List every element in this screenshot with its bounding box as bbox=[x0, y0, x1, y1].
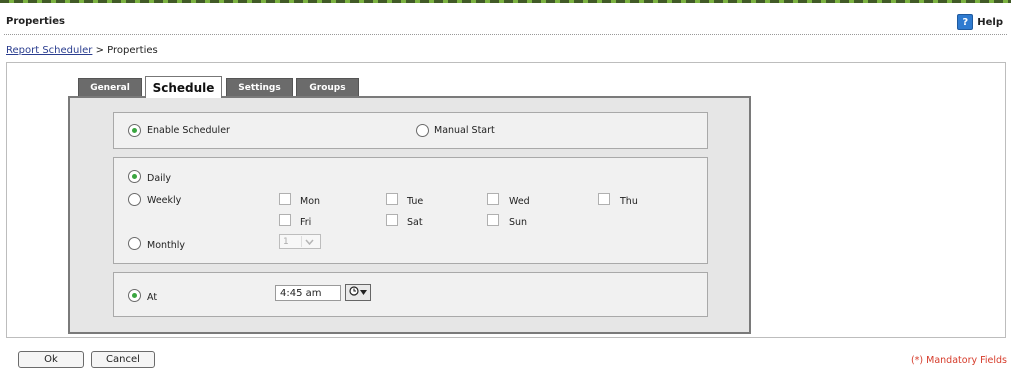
top-strip bbox=[0, 0, 1011, 5]
tue-checkbox[interactable] bbox=[386, 193, 398, 205]
clock-icon bbox=[349, 286, 359, 299]
chevron-down-icon bbox=[301, 236, 316, 247]
daily-radio[interactable] bbox=[128, 170, 141, 183]
manual-start-label: Manual Start bbox=[434, 125, 495, 136]
chevron-down-icon bbox=[360, 287, 367, 298]
sat-checkbox[interactable] bbox=[386, 214, 398, 226]
breadcrumb-current: Properties bbox=[107, 45, 158, 56]
time-picker-button[interactable] bbox=[345, 284, 371, 301]
weekly-radio[interactable] bbox=[128, 193, 141, 206]
help-button[interactable]: ? Help bbox=[957, 14, 1003, 30]
at-radio[interactable] bbox=[128, 289, 141, 302]
breadcrumb-link-report-scheduler[interactable]: Report Scheduler bbox=[6, 45, 92, 56]
monthly-day-select[interactable]: 1 bbox=[279, 234, 321, 249]
manual-start-radio[interactable] bbox=[416, 124, 429, 137]
tab-general[interactable]: General bbox=[78, 78, 142, 97]
mon-checkbox[interactable] bbox=[279, 193, 291, 205]
weekly-label: Weekly bbox=[147, 195, 182, 206]
monthly-radio[interactable] bbox=[128, 237, 141, 250]
tab-settings[interactable]: Settings bbox=[226, 78, 293, 97]
tab-schedule[interactable]: Schedule bbox=[145, 76, 222, 98]
wed-label: Wed bbox=[509, 196, 530, 207]
breadcrumb: Report Scheduler > Properties bbox=[6, 45, 158, 56]
monthly-label: Monthly bbox=[147, 240, 186, 251]
monthly-day-value: 1 bbox=[283, 236, 289, 247]
title-divider bbox=[4, 34, 1007, 35]
daily-label: Daily bbox=[147, 173, 172, 184]
frequency-box bbox=[113, 157, 708, 264]
wed-checkbox[interactable] bbox=[487, 193, 499, 205]
fri-label: Fri bbox=[300, 217, 312, 228]
ok-button[interactable]: Ok bbox=[18, 351, 84, 368]
breadcrumb-separator: > bbox=[95, 45, 104, 56]
cancel-button[interactable]: Cancel bbox=[91, 351, 155, 368]
title-bar: Properties ? Help bbox=[0, 14, 1011, 32]
mon-label: Mon bbox=[300, 196, 321, 207]
clipped-heading-fragment bbox=[0, 0, 1011, 3]
thu-checkbox[interactable] bbox=[598, 193, 610, 205]
help-question-icon: ? bbox=[957, 14, 974, 30]
sat-label: Sat bbox=[407, 217, 423, 228]
enable-scheduler-label: Enable Scheduler bbox=[147, 125, 230, 136]
sun-label: Sun bbox=[509, 217, 528, 228]
page-title: Properties bbox=[6, 16, 65, 27]
mandatory-fields-note: (*) Mandatory Fields bbox=[910, 355, 1007, 366]
time-input[interactable]: 4:45 am bbox=[275, 285, 341, 301]
tue-label: Tue bbox=[407, 196, 424, 207]
fri-checkbox[interactable] bbox=[279, 214, 291, 226]
at-label: At bbox=[147, 292, 158, 303]
thu-label: Thu bbox=[620, 196, 638, 207]
time-box bbox=[113, 272, 708, 317]
tab-groups[interactable]: Groups bbox=[296, 78, 359, 97]
help-label: Help bbox=[977, 16, 1003, 28]
sun-checkbox[interactable] bbox=[487, 214, 499, 226]
enable-scheduler-radio[interactable] bbox=[128, 124, 141, 137]
